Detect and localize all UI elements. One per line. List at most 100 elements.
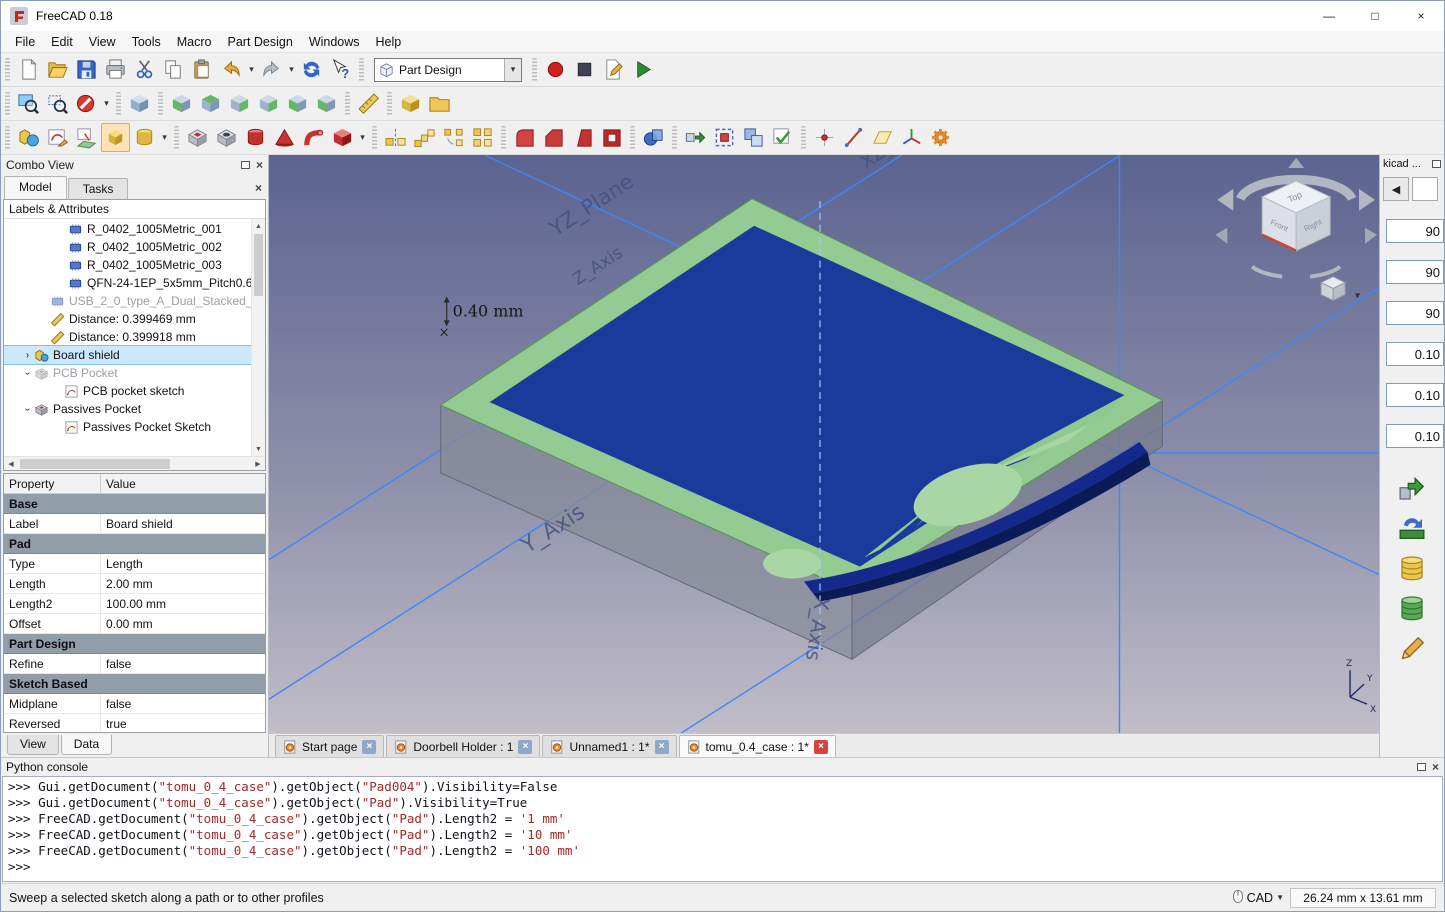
draft-button[interactable] [568, 123, 597, 152]
document-tab[interactable]: Unnamed1 : 1*× [542, 735, 676, 757]
menu-edit[interactable]: Edit [43, 32, 81, 52]
view-top-button[interactable] [196, 89, 225, 118]
scroll-right-icon[interactable]: ▶ [251, 457, 265, 471]
menu-view[interactable]: View [81, 32, 124, 52]
property-row[interactable]: Length2100.00 mm [4, 594, 265, 614]
map-sketch-button[interactable] [72, 123, 101, 152]
close-panel-icon[interactable]: × [1432, 761, 1439, 773]
subtractive-primitive-dropdown-icon[interactable]: ▾ [357, 123, 368, 152]
refresh-button[interactable] [297, 55, 326, 84]
macro-execute-button[interactable] [628, 55, 657, 84]
multitransform-button[interactable] [468, 123, 497, 152]
menu-help[interactable]: Help [368, 32, 410, 52]
scroll-left-icon[interactable]: ◀ [4, 457, 18, 471]
property-row[interactable]: Offset0.00 mm [4, 614, 265, 634]
tree-item[interactable]: PCB pocket sketch [4, 382, 251, 400]
property-row[interactable]: TypeLength [4, 554, 265, 574]
close-tab-icon[interactable]: × [518, 740, 532, 754]
edit-pencil-button[interactable] [1390, 631, 1434, 667]
hole-button[interactable] [212, 123, 241, 152]
tree-item[interactable]: ›Passives Pocket [4, 400, 251, 418]
view-right-button[interactable] [225, 89, 254, 118]
3d-scene[interactable]: YZ_Plane Z_Axis Y_Axis X_Axis XZ_Plane 0… [269, 155, 1379, 733]
boolean-button[interactable] [639, 123, 668, 152]
number-input[interactable]: 90 [1386, 219, 1444, 243]
property-row[interactable]: Reversedtrue [4, 714, 265, 733]
close-tab-icon[interactable]: × [255, 182, 262, 194]
float-panel-icon[interactable] [241, 161, 250, 169]
close-tab-icon[interactable]: × [814, 740, 828, 754]
pad-button[interactable] [101, 123, 130, 152]
nav-style-selector[interactable]: CAD ▼ [1232, 889, 1284, 907]
property-value[interactable]: false [101, 654, 265, 673]
close-tab-icon[interactable]: × [362, 740, 376, 754]
close-tab-icon[interactable]: × [655, 740, 669, 754]
sketch-validate-button[interactable] [768, 123, 797, 152]
float-panel-icon[interactable] [1417, 763, 1426, 771]
thickness-button[interactable] [597, 123, 626, 152]
pocket-button[interactable] [183, 123, 212, 152]
polar-pattern-button[interactable] [439, 123, 468, 152]
tree-item[interactable]: R_0402_1005Metric_001 [4, 220, 251, 238]
scrollbar-thumb[interactable] [254, 234, 263, 296]
print-button[interactable] [101, 55, 130, 84]
tree-item[interactable]: ›Board shield [4, 346, 251, 364]
float-panel-icon[interactable] [1432, 160, 1441, 168]
tree-item[interactable]: ›PCB Pocket [4, 364, 251, 382]
revolution-dropdown-icon[interactable]: ▾ [159, 123, 170, 152]
3d-view[interactable]: YZ_Plane Z_Axis Y_Axis X_Axis XZ_Plane 0… [269, 155, 1379, 733]
datum-plane-button[interactable] [868, 123, 897, 152]
subtractive-primitive-button[interactable] [328, 123, 357, 152]
copy-button[interactable] [159, 55, 188, 84]
save-file-button[interactable] [72, 55, 101, 84]
board-update-button[interactable] [1390, 511, 1434, 547]
tree-item[interactable]: Passives Pocket Sketch [4, 418, 251, 436]
tab-tasks[interactable]: Tasks [68, 178, 129, 199]
view-axonometric-button[interactable] [125, 89, 154, 118]
redo-button[interactable] [257, 55, 286, 84]
view-front-button[interactable] [167, 89, 196, 118]
scroll-down-icon[interactable]: ▼ [252, 442, 265, 456]
macro-stop-button[interactable] [570, 55, 599, 84]
local-coordinate-system-button[interactable] [897, 123, 926, 152]
macro-record-button[interactable] [541, 55, 570, 84]
document-tab[interactable]: Doorbell Holder : 1× [386, 735, 540, 757]
menu-windows[interactable]: Windows [301, 32, 368, 52]
tab-view[interactable]: View [7, 735, 59, 755]
create-part-button[interactable] [396, 89, 425, 118]
tree-item[interactable]: Distance: 0.399918 mm [4, 328, 251, 346]
macro-edit-button[interactable] [599, 55, 628, 84]
close-panel-icon[interactable]: × [256, 159, 263, 171]
tree-vertical-scrollbar[interactable]: ▲ ▼ [251, 219, 265, 456]
revolution-button[interactable] [130, 123, 159, 152]
tree-item[interactable]: QFN-24-1EP_5x5mm_Pitch0.65mm [4, 274, 251, 292]
tree-item[interactable]: Distance: 0.399469 mm [4, 310, 251, 328]
property-value[interactable]: Board shield [101, 514, 265, 533]
undo-dropdown-icon[interactable]: ▾ [246, 55, 257, 84]
tab-data[interactable]: Data [61, 735, 112, 755]
maximize-button[interactable]: □ [1352, 1, 1398, 31]
console-lines[interactable]: >>> Gui.getDocument("tomu_0_4_case").get… [2, 776, 1443, 882]
workbench-selector[interactable]: Part Design▾ [374, 58, 522, 82]
document-tab[interactable]: tomu_0.4_case : 1*× [679, 735, 836, 757]
create-sketch-button[interactable] [43, 123, 72, 152]
expand-icon[interactable]: › [22, 350, 33, 361]
menu-file[interactable]: File [7, 32, 43, 52]
property-row[interactable]: Midplanefalse [4, 694, 265, 714]
fillet-button[interactable] [510, 123, 539, 152]
groove-button[interactable] [241, 123, 270, 152]
involute-gear-button[interactable] [926, 123, 955, 152]
subtractive-pipe-button[interactable] [299, 123, 328, 152]
back-arrow-button[interactable]: ◀ [1383, 177, 1409, 201]
draw-style-dropdown-icon[interactable]: ▾ [101, 89, 112, 118]
collapse-icon[interactable]: › [22, 368, 33, 379]
property-value[interactable]: 2.00 mm [101, 574, 265, 593]
fit-all-button[interactable] [14, 89, 43, 118]
clone-button[interactable] [739, 123, 768, 152]
export-arrow-button[interactable] [1390, 471, 1434, 507]
view-rear-button[interactable] [254, 89, 283, 118]
new-file-button[interactable] [14, 55, 43, 84]
panel-button[interactable] [1412, 177, 1438, 201]
chamfer-button[interactable] [539, 123, 568, 152]
property-value[interactable]: Length [101, 554, 265, 573]
